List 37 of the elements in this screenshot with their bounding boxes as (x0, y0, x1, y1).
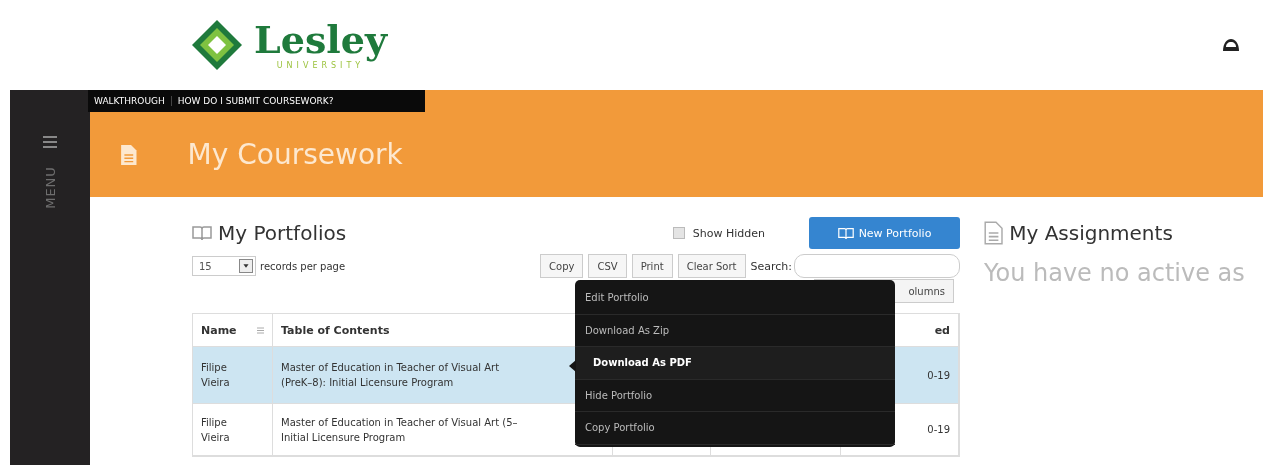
section-title: My Portfolios (218, 221, 347, 245)
empty-message: You have no active as (984, 259, 1245, 287)
menu-item[interactable]: Edit Portfolio (575, 282, 895, 315)
section-title: My Assignments (1009, 221, 1173, 245)
table-cell-text: Master of Education in Teacher of Visual Art (5– Initial Licensure Program (281, 415, 518, 445)
menu-item[interactable]: Copy Portfolio (575, 412, 895, 445)
menu-item[interactable]: Hide Portfolio (575, 379, 895, 412)
export-button[interactable]: CSV (588, 254, 627, 278)
help-link[interactable]: HOW DO I SUBMIT COURSEWORK? (171, 96, 340, 106)
new-portfolio-button[interactable]: New Portfolio (809, 217, 960, 249)
search-label: Search: (750, 259, 792, 273)
page-size-label: records per page (260, 260, 346, 272)
logo-subtitle: UNIVERSITY (276, 60, 365, 70)
page-title: My Coursework (187, 138, 403, 171)
document-icon (984, 221, 1004, 245)
book-icon (192, 225, 212, 241)
table-cell-text: Master of Education in Teacher of Visual Art (PreK–8): Initial Licensure Program (281, 361, 500, 390)
search-field[interactable] (794, 254, 960, 278)
book-icon (837, 226, 854, 240)
help-link[interactable]: WALKTHROUGH (88, 96, 172, 106)
caret-icon (239, 259, 253, 273)
document-icon (120, 143, 138, 166)
page-size-select[interactable]: 15 (192, 256, 256, 276)
export-button[interactable]: Print (631, 254, 673, 278)
logo-icon (190, 18, 244, 72)
pointer-icon (569, 360, 576, 372)
export-button[interactable]: Clear Sort (677, 254, 746, 278)
checkbox-label: Show Hidden (692, 226, 765, 240)
user-icon[interactable] (1221, 37, 1241, 53)
sort-icon[interactable] (257, 326, 264, 334)
export-button[interactable]: Copy (540, 254, 584, 278)
table-cell: Filipe Vieira (193, 347, 273, 404)
table-cell: Filipe Vieira (193, 404, 273, 456)
menu-item[interactable]: Download As PDF (575, 347, 895, 380)
column-header[interactable]: Table of Contents (281, 323, 390, 337)
menu-icon[interactable] (43, 136, 57, 148)
checkbox[interactable] (672, 227, 685, 239)
